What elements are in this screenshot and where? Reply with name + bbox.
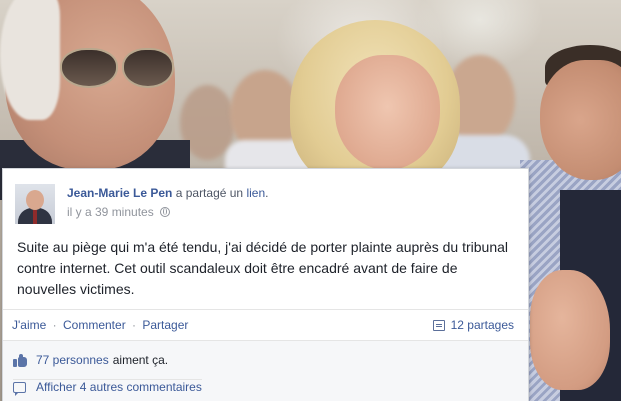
comments-row: Afficher 4 autres commentaires	[13, 379, 202, 396]
avatar-tie	[33, 210, 37, 224]
author-avatar[interactable]	[15, 184, 55, 224]
likes-text: aiment ça.	[112, 353, 169, 367]
time-line: il y a 39 minutes	[67, 204, 268, 220]
right-man-hand	[530, 270, 610, 390]
post-header: Jean-Marie Le Pen a partagé un lien. il …	[15, 183, 268, 224]
sunglasses-right-lens	[122, 48, 174, 88]
likes-row: 77 personnes aiment ça.	[13, 353, 168, 367]
post-timestamp[interactable]: il y a 39 minutes	[67, 204, 154, 220]
comment-icon	[13, 381, 26, 396]
post-meta: Jean-Marie Le Pen a partagé un lien. il …	[67, 183, 268, 220]
likes-summary: 77 personnes aiment ça.	[36, 353, 168, 367]
shares-count: 12 partages	[450, 318, 514, 332]
man-hair	[0, 0, 60, 120]
author-name-link[interactable]: Jean-Marie Le Pen	[67, 186, 172, 200]
actor-line: Jean-Marie Le Pen a partagé un lien.	[67, 185, 268, 201]
shared-link[interactable]: lien	[246, 186, 265, 200]
avatar-face	[26, 190, 44, 210]
shares-count-link[interactable]: 12 partages	[432, 318, 514, 332]
woman-face	[335, 55, 440, 170]
view-more-comments-link[interactable]: Afficher 4 autres commentaires	[36, 380, 202, 394]
screenshot: Jean-Marie Le Pen a partagé un lien. il …	[0, 0, 621, 401]
post-actions-bar: J'aime · Commenter · Partager 12 partage…	[3, 309, 528, 340]
comment-button[interactable]: Commenter	[63, 318, 126, 332]
post-actions: J'aime · Commenter · Partager	[12, 318, 188, 332]
post-body: Suite au piège qui m'a été tendu, j'ai d…	[17, 239, 509, 297]
feedback-section: 77 personnes aiment ça. Afficher 4 autre…	[3, 340, 528, 401]
thumbs-up-icon	[13, 353, 27, 367]
share-button[interactable]: Partager	[142, 318, 188, 332]
share-icon	[432, 319, 445, 331]
globe-icon[interactable]	[159, 207, 170, 217]
action-text: a partagé un	[172, 186, 247, 200]
facebook-post-card: Jean-Marie Le Pen a partagé un lien. il …	[2, 168, 529, 401]
like-button[interactable]: J'aime	[12, 318, 46, 332]
action-separator: ·	[52, 318, 57, 332]
action-separator: ·	[132, 318, 137, 332]
sunglasses-left-lens	[60, 48, 118, 88]
likes-count-link[interactable]: 77 personnes	[36, 353, 109, 367]
action-end: .	[265, 186, 269, 200]
